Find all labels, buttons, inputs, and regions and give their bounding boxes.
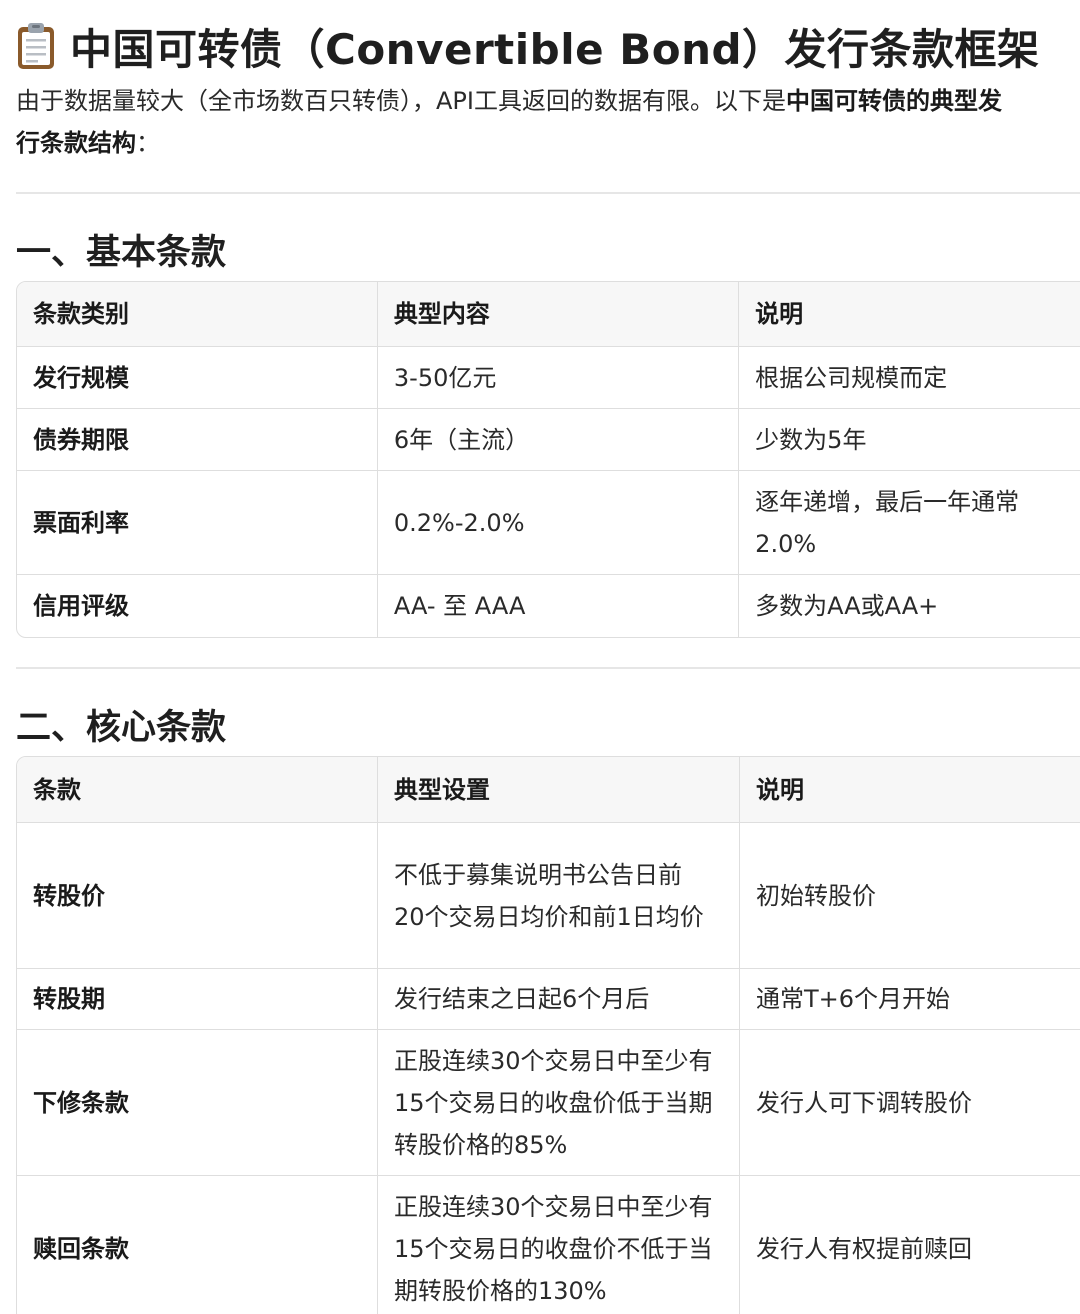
table-cell: 发行结束之日起6个月后 <box>378 969 740 1030</box>
column-header: 说明 <box>739 757 1080 823</box>
table-cell: 根据公司规模而定 <box>739 347 1080 409</box>
table-cell: 逐年递增，最后一年通常2.0% <box>739 471 1080 575</box>
table-cell: 赎回条款 <box>17 1176 378 1314</box>
column-header: 典型内容 <box>377 282 740 347</box>
table-cell: 初始转股价 <box>739 823 1080 969</box>
table-row: 下修条款 正股连续30个交易日中至少有15个交易日的收盘价低于当期转股价格的85… <box>17 1030 1080 1176</box>
column-header: 条款类别 <box>17 282 378 347</box>
table-cell: 多数为AA或AA+ <box>739 575 1080 637</box>
table-cell: 发行人有权提前赎回 <box>740 1176 1080 1314</box>
table-cell: AA- 至 AAA <box>378 575 740 637</box>
intro-bold-text-2: 行条款结构 <box>16 129 136 157</box>
table-cell: 少数为5年 <box>739 409 1080 471</box>
intro-colon: ： <box>136 129 160 157</box>
table-header-row: 条款类别 典型内容 说明 <box>17 282 1080 347</box>
page-title-text: 中国可转债（Convertible Bond）发行条款框架 <box>70 24 1040 74</box>
intro-bold-text: 中国可转债的典型发 <box>785 87 1002 115</box>
table-cell: 6年（主流） <box>377 409 740 471</box>
page-title: 中国可转债（Convertible Bond）发行条款框架 <box>16 14 1040 78</box>
table-row: 票面利率 0.2%-2.0% 逐年递增，最后一年通常2.0% <box>17 471 1080 575</box>
table-header-row: 条款 典型设置 说明 <box>17 757 1080 823</box>
core-terms-table: 条款 典型设置 说明 转股价 不低于募集说明书公告日前20个交易日均价和前1日均… <box>16 756 1080 1314</box>
table-row: 信用评级 AA- 至 AAA 多数为AA或AA+ <box>17 575 1080 637</box>
section-heading-basic-terms: 一、基本条款 <box>16 233 227 273</box>
wrapped-cell-text: 逐年递增，最后一年通常2.0% <box>755 487 1020 558</box>
table-cell: 转股期 <box>17 969 378 1030</box>
table-cell: 发行规模 <box>17 347 378 409</box>
table-cell: 0.2%-2.0% <box>377 471 740 575</box>
clipboard-icon <box>18 23 54 69</box>
table-cell: 3-50亿元 <box>377 347 740 409</box>
table-cell: 下修条款 <box>17 1030 378 1176</box>
table-cell: 发行人可下调转股价 <box>739 1030 1080 1176</box>
column-header: 条款 <box>17 757 378 823</box>
table-row: 赎回条款 正股连续30个交易日中至少有15个交易日的收盘价不低于当期转股价格的1… <box>17 1176 1080 1314</box>
intro-text: 由于数据量较大（全市场数百只转债），API工具返回的数据有限。以下是 <box>16 87 786 115</box>
table-cell: 正股连续30个交易日中至少有15个交易日的收盘价低于当期转股价格的85% <box>378 1030 740 1176</box>
column-header: 说明 <box>739 282 1080 347</box>
table-cell: 通常T+6个月开始 <box>739 969 1080 1030</box>
table-row: 债券期限 6年（主流） 少数为5年 <box>17 409 1080 471</box>
column-header: 典型设置 <box>378 757 740 823</box>
table-cell: 不低于募集说明书公告日前20个交易日均价和前1日均价 <box>378 823 740 969</box>
wrapped-cell-text: 正股连续30个交易日中至少有15个交易日的收盘价低于当期转股价格的85% <box>394 1046 713 1159</box>
table-row: 转股期 发行结束之日起6个月后 通常T+6个月开始 <box>17 969 1080 1030</box>
table-row: 转股价 不低于募集说明书公告日前20个交易日均价和前1日均价 初始转股价 <box>17 823 1080 969</box>
table-cell: 正股连续30个交易日中至少有15个交易日的收盘价不低于当期转股价格的130% <box>378 1176 740 1314</box>
section-divider <box>16 192 1080 194</box>
section-divider <box>16 667 1080 669</box>
basic-terms-table: 条款类别 典型内容 说明 发行规模 3-50亿元 根据公司规模而定 债券期限 6… <box>16 281 1080 638</box>
table-row: 发行规模 3-50亿元 根据公司规模而定 <box>17 347 1080 409</box>
intro-paragraph: 由于数据量较大（全市场数百只转债），API工具返回的数据有限。以下是中国可转债的… <box>16 80 1080 164</box>
table-cell: 债券期限 <box>17 409 378 471</box>
table-cell: 信用评级 <box>17 575 378 637</box>
table-cell: 转股价 <box>17 823 378 969</box>
wrapped-cell-text: 正股连续30个交易日中至少有15个交易日的收盘价不低于当期转股价格的130% <box>394 1193 713 1305</box>
section-heading-core-terms: 二、核心条款 <box>16 708 227 748</box>
wrapped-cell-text: 不低于募集说明书公告日前20个交易日均价和前1日均价 <box>394 860 704 931</box>
table-cell: 票面利率 <box>17 471 378 575</box>
